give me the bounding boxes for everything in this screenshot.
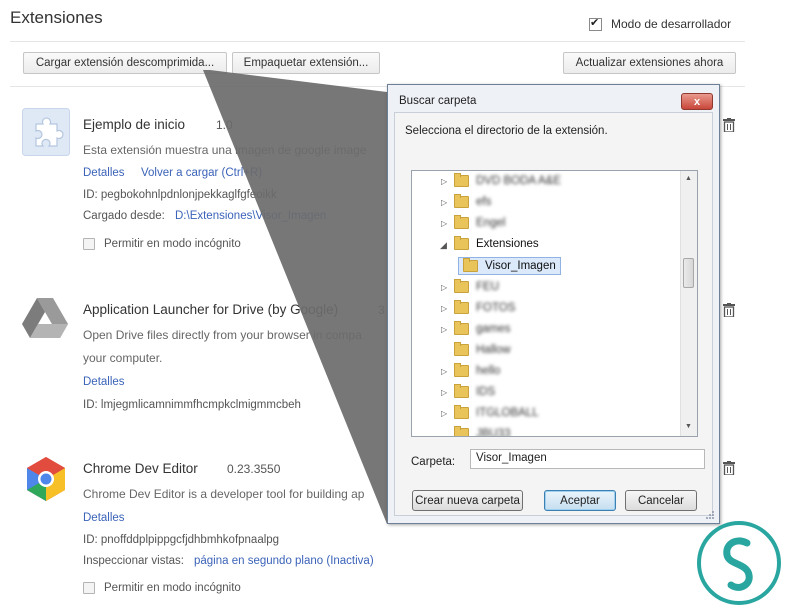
extension-version: 3 bbox=[378, 303, 385, 317]
extension-name: Application Launcher for Drive (by Googl… bbox=[83, 302, 339, 317]
load-unpacked-button[interactable]: Cargar extensión descomprimida... bbox=[23, 52, 227, 74]
tree-folder[interactable]: FOTOS bbox=[454, 299, 515, 317]
extension-name: Ejemplo de inicio bbox=[83, 117, 186, 132]
resize-grip-icon[interactable] bbox=[705, 510, 715, 520]
tree-folder-label: DVD BODA A&E bbox=[476, 175, 562, 187]
developer-mode-toggle[interactable]: Modo de desarrollador bbox=[589, 16, 732, 31]
scroll-down-icon[interactable]: ▼ bbox=[685, 423, 692, 430]
folder-icon bbox=[454, 405, 469, 419]
page-title: Extensiones bbox=[10, 8, 103, 27]
tree-folder[interactable]: FEU bbox=[454, 278, 499, 296]
scroll-up-icon[interactable]: ▲ bbox=[685, 175, 692, 182]
folder-icon bbox=[454, 321, 469, 335]
tree-folder[interactable]: Hallow bbox=[454, 341, 511, 359]
tree-folder[interactable]: IDS bbox=[454, 383, 495, 401]
dialog-body: Selecciona el directorio de la extensión… bbox=[394, 112, 713, 516]
details-link[interactable]: Detalles bbox=[83, 512, 125, 524]
extension-version: 1.0 bbox=[216, 118, 233, 132]
site-logo-icon bbox=[697, 521, 781, 605]
tree-folder-label: Extensiones bbox=[476, 238, 539, 250]
extension-description-line2: your computer. bbox=[83, 351, 163, 365]
folder-icon bbox=[454, 384, 469, 398]
folder-icon bbox=[454, 363, 469, 377]
trash-icon[interactable] bbox=[723, 303, 735, 318]
tree-folder-label: FEU bbox=[476, 281, 499, 293]
tree-folder[interactable]: ITGLOBALL bbox=[454, 404, 539, 422]
dialog-instruction: Selecciona el directorio de la extensión… bbox=[405, 125, 608, 137]
tree-folder[interactable]: DVD BODA A&E bbox=[454, 172, 561, 190]
details-link[interactable]: Detalles bbox=[83, 376, 125, 388]
tree-folder-label: FOTOS bbox=[476, 302, 516, 314]
extension-id: ID: lmjegmlicamnimmfhcmpkclmigmmcbeh bbox=[83, 399, 301, 411]
extension-id: ID: pegbokohnlpdnlonjpekkaglfgfeoikk bbox=[83, 189, 277, 201]
browse-folder-dialog: Buscar carpeta x Selecciona el directori… bbox=[387, 84, 720, 524]
developer-mode-label: Modo de desarrollador bbox=[611, 17, 732, 31]
tree-folder-label: games bbox=[476, 323, 511, 335]
folder-icon bbox=[454, 173, 469, 187]
loaded-from-label: Cargado desde: bbox=[83, 210, 165, 222]
extension-description: Esta extensión muestra una imagen de goo… bbox=[83, 143, 367, 157]
tree-folder[interactable]: efs bbox=[454, 193, 491, 211]
folder-name-input[interactable]: Visor_Imagen bbox=[470, 449, 705, 469]
close-icon[interactable]: x bbox=[681, 93, 713, 110]
extension-version: 0.23.3550 bbox=[227, 462, 281, 476]
extension-description: Chrome Dev Editor is a developer tool fo… bbox=[83, 487, 365, 501]
extension-description: Open Drive files directly from your brow… bbox=[83, 328, 362, 342]
trash-icon[interactable] bbox=[723, 118, 735, 133]
incognito-label: Permitir en modo incógnito bbox=[104, 238, 241, 250]
incognito-label: Permitir en modo incógnito bbox=[104, 582, 241, 594]
tree-folder-label: efs bbox=[476, 196, 492, 208]
scrollbar-thumb[interactable] bbox=[683, 258, 694, 288]
folder-icon bbox=[454, 426, 469, 436]
header-divider bbox=[10, 41, 745, 42]
incognito-checkbox[interactable] bbox=[83, 582, 95, 594]
tree-folder[interactable]: games bbox=[454, 320, 511, 338]
folder-icon bbox=[454, 215, 469, 229]
folder-icon bbox=[454, 279, 469, 293]
tree-folder-extensiones[interactable]: Extensiones bbox=[454, 235, 539, 253]
tree-folder[interactable]: Engel bbox=[454, 214, 505, 232]
folder-icon bbox=[454, 342, 469, 356]
tree-folder-label: Hallow bbox=[476, 344, 511, 356]
tree-folder-visor-imagen[interactable]: Visor_Imagen bbox=[458, 257, 561, 275]
incognito-checkbox-row[interactable]: Permitir en modo incógnito bbox=[83, 238, 241, 250]
background-page-link[interactable]: página en segundo plano (Inactiva) bbox=[194, 555, 374, 567]
dialog-title: Buscar carpeta bbox=[399, 95, 477, 107]
developer-mode-checkbox[interactable] bbox=[589, 16, 602, 31]
folder-icon bbox=[454, 300, 469, 314]
tree-scrollbar[interactable]: ▲ ▼ bbox=[680, 171, 697, 436]
inspect-views-label: Inspeccionar vistas: bbox=[83, 555, 184, 567]
accept-button[interactable]: Aceptar bbox=[544, 490, 616, 511]
extension-id: ID: pnoffddplpippgcfjdhbmhkofpnaalpg bbox=[83, 534, 280, 546]
extension-name: Chrome Dev Editor bbox=[83, 461, 198, 476]
cancel-button[interactable]: Cancelar bbox=[625, 490, 697, 511]
tree-folder[interactable]: hello bbox=[454, 362, 500, 380]
tree-folder-label: Engel bbox=[476, 217, 506, 229]
tree-folder[interactable]: JBU33 bbox=[454, 425, 511, 437]
tree-folder-label: ITGLOBALL bbox=[476, 407, 539, 419]
tree-folder-label: hello bbox=[476, 365, 501, 377]
details-link[interactable]: Detalles bbox=[83, 167, 125, 179]
new-folder-button[interactable]: Crear nueva carpeta bbox=[412, 490, 523, 511]
folder-field-label: Carpeta: bbox=[411, 456, 456, 468]
tree-folder-label: IDS bbox=[476, 386, 496, 398]
reload-link[interactable]: Volver a cargar (Ctrl+R) bbox=[141, 167, 262, 179]
incognito-checkbox[interactable] bbox=[83, 238, 95, 250]
google-drive-icon bbox=[22, 296, 68, 340]
tree-folder-label: JBU33 bbox=[476, 428, 511, 437]
trash-icon[interactable] bbox=[723, 461, 735, 476]
incognito-checkbox-row[interactable]: Permitir en modo incógnito bbox=[83, 582, 241, 594]
folder-icon bbox=[454, 194, 469, 208]
folder-tree[interactable]: ▷ DVD BODA A&E ▷ efs ▷ Engel ◢ Extension… bbox=[411, 170, 698, 437]
folder-icon bbox=[463, 258, 478, 272]
loaded-from-path-link[interactable]: D:\Extensiones\Visor_Imagen bbox=[175, 210, 326, 222]
puzzle-piece-icon bbox=[22, 108, 70, 156]
chrome-dev-editor-icon bbox=[22, 455, 70, 503]
tree-folder-label: Visor_Imagen bbox=[485, 260, 556, 272]
update-extensions-button[interactable]: Actualizar extensiones ahora bbox=[563, 52, 736, 74]
pack-extension-button[interactable]: Empaquetar extensión... bbox=[232, 52, 380, 74]
folder-open-icon bbox=[454, 236, 469, 250]
